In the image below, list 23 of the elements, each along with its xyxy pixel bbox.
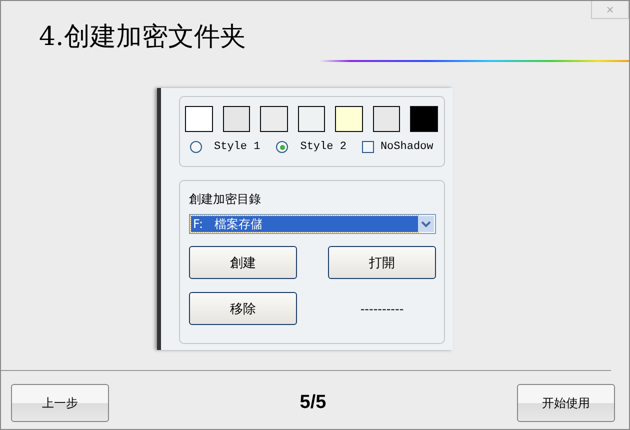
radio-button[interactable] [190,141,202,153]
page-title: 4.创建加密文件夹 [39,21,247,54]
color-swatch[interactable] [260,106,288,132]
checkbox[interactable] [362,141,374,153]
checkbox-label: NoShadow [380,141,434,153]
back-button[interactable]: 上一步 [11,384,109,422]
radio-label: Style 1 [214,141,260,153]
action-button[interactable]: 創建 [189,246,297,279]
drive-dropdown[interactable]: F: 檔案存儲 [189,214,436,234]
status-text: ---------- [359,302,405,316]
field-label: 創建加密目錄 [189,191,262,208]
color-swatch[interactable] [372,106,400,132]
action-button[interactable]: 移除 [189,292,297,325]
radio-button[interactable] [276,141,288,153]
radio-label: Style 2 [300,141,346,153]
color-swatch[interactable] [335,106,363,132]
page-indicator: 5/5 [300,392,326,414]
color-swatch[interactable] [222,106,250,132]
start-button[interactable]: 开始使用 [516,384,615,422]
color-swatch[interactable] [185,106,213,132]
action-button[interactable]: 打開 [328,246,436,279]
color-swatch[interactable] [410,106,438,132]
color-swatch[interactable] [298,106,326,132]
